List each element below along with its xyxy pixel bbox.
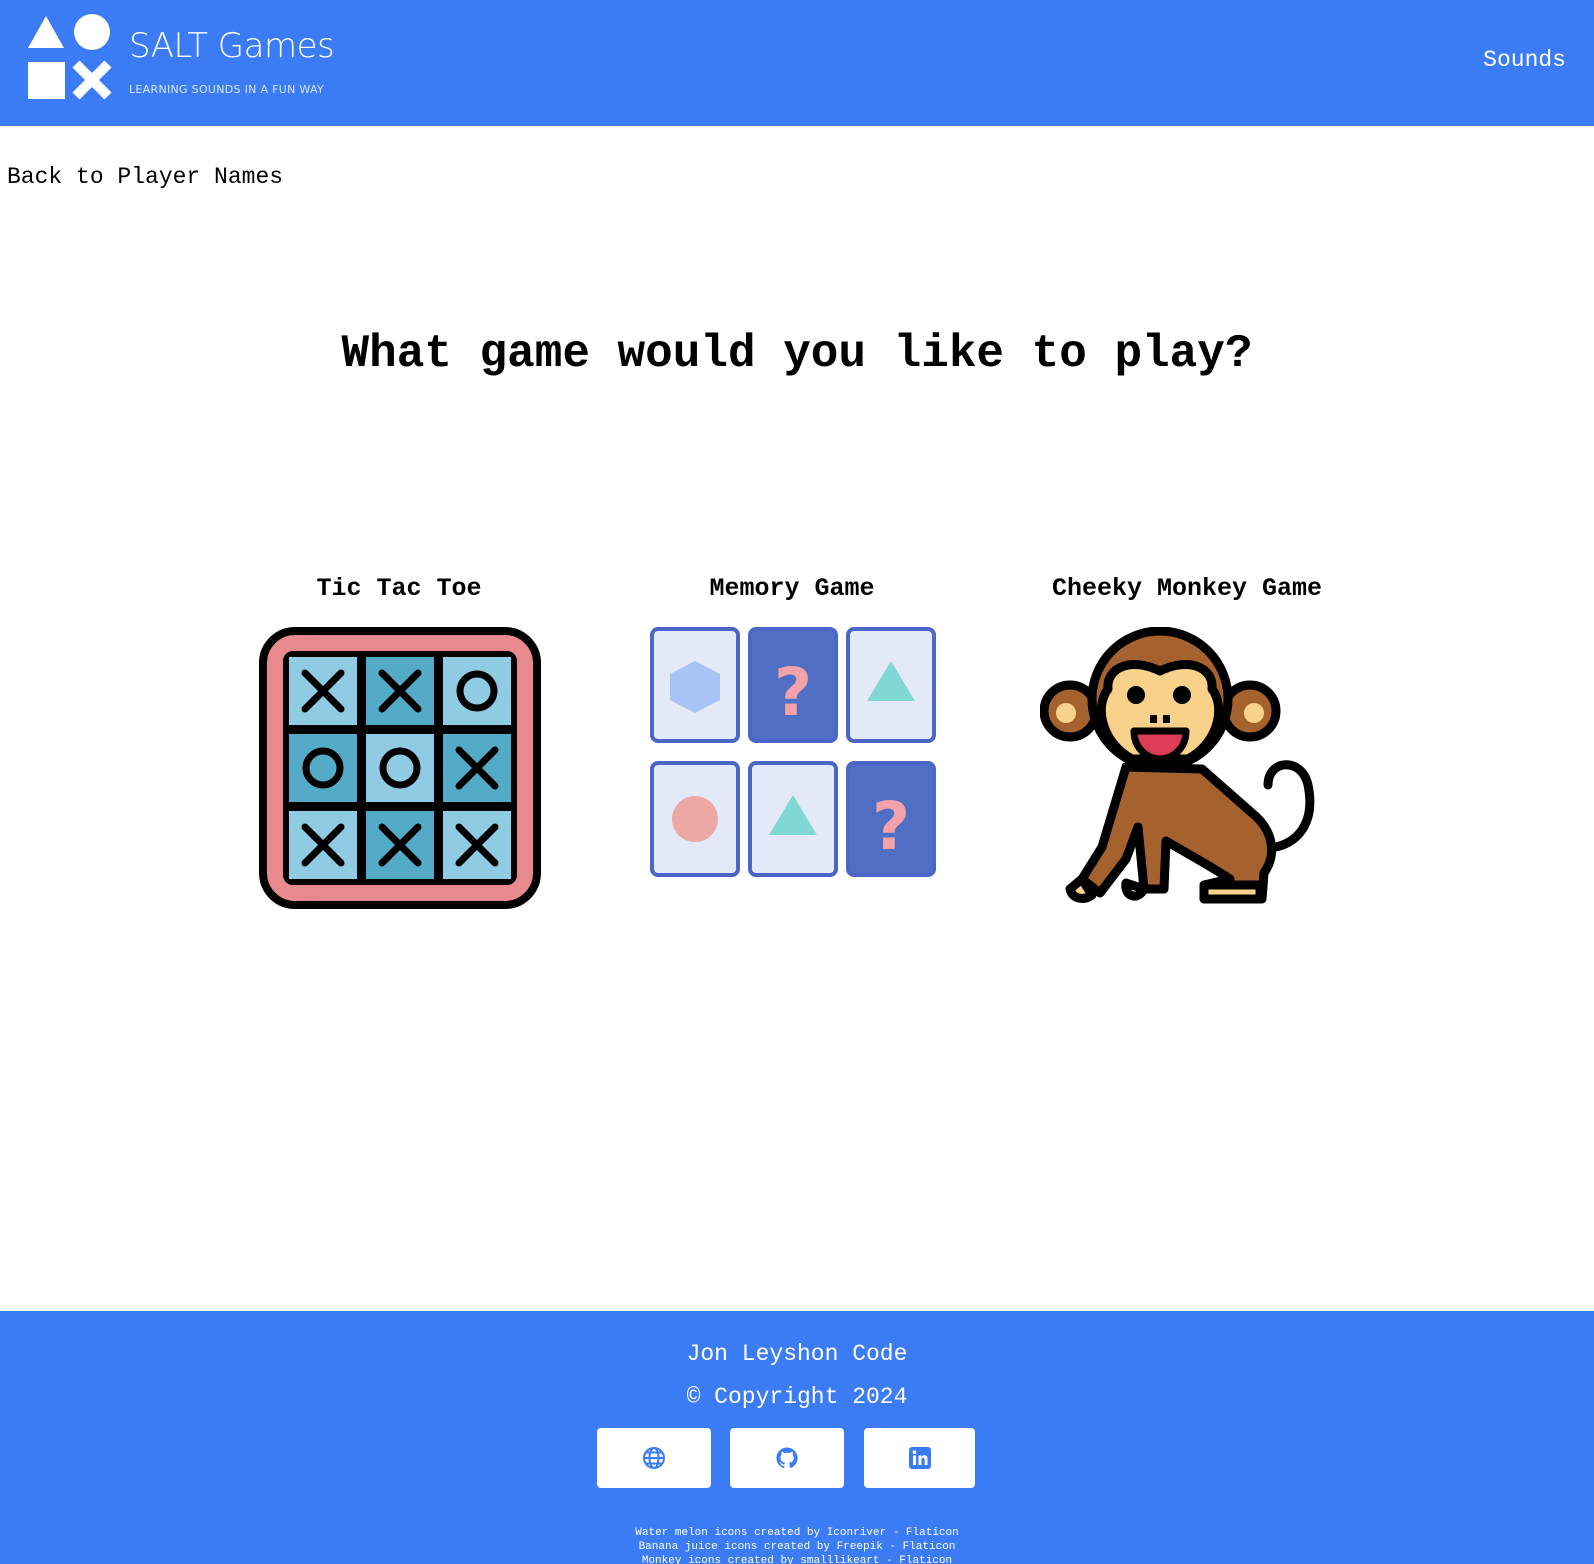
game-title: Memory Game [709, 574, 875, 603]
footer-author: Jon Leyshon Code [686, 1341, 908, 1367]
memory-cards-icon: ? ? [650, 627, 936, 877]
game-selection: Tic Tac Toe Memory Game ? ? Cheeky Monke… [0, 570, 1594, 930]
salt-logo-icon[interactable] [28, 14, 112, 100]
globe-icon [643, 1447, 665, 1469]
credit-line[interactable]: Water melon icons created by Iconriver -… [0, 1526, 1594, 1540]
nav-sounds-link[interactable]: Sounds [1483, 47, 1566, 73]
icon-credits: Water melon icons created by Iconriver -… [0, 1526, 1594, 1564]
svg-text:?: ? [774, 654, 812, 731]
tic-tac-toe-icon [259, 627, 541, 909]
monkey-icon [1040, 627, 1315, 904]
game-card-memory-game[interactable]: Memory Game ? ? [612, 570, 972, 920]
credit-line[interactable]: Banana juice icons created by Freepik - … [0, 1540, 1594, 1554]
game-card-tic-tac-toe[interactable]: Tic Tac Toe [219, 570, 579, 920]
page-title: What game would you like to play? [341, 328, 1253, 380]
footer-copyright: © Copyright 2024 [686, 1384, 908, 1410]
svg-text:?: ? [872, 788, 910, 865]
brand-tagline: LEARNING SOUNDS IN A FUN WAY [129, 83, 324, 96]
github-icon [776, 1447, 798, 1469]
game-title: Tic Tac Toe [316, 574, 482, 603]
game-title: Cheeky Monkey Game [1051, 574, 1323, 603]
back-to-player-names-link[interactable]: Back to Player Names [7, 164, 283, 190]
game-card-cheeky-monkey-game[interactable]: Cheeky Monkey Game [1007, 570, 1367, 920]
site-header: SALT Games LEARNING SOUNDS IN A FUN WAY … [0, 0, 1594, 126]
site-footer: Jon Leyshon Code © Copyright 2024 Water … [0, 1311, 1594, 1564]
website-link-button[interactable] [597, 1428, 711, 1488]
brand-title[interactable]: SALT Games [129, 26, 335, 66]
linkedin-icon [908, 1447, 931, 1469]
linkedin-link-button[interactable] [864, 1428, 975, 1488]
github-link-button[interactable] [730, 1428, 844, 1488]
credit-line[interactable]: Monkey icons created by smalllikeart - F… [0, 1554, 1594, 1564]
